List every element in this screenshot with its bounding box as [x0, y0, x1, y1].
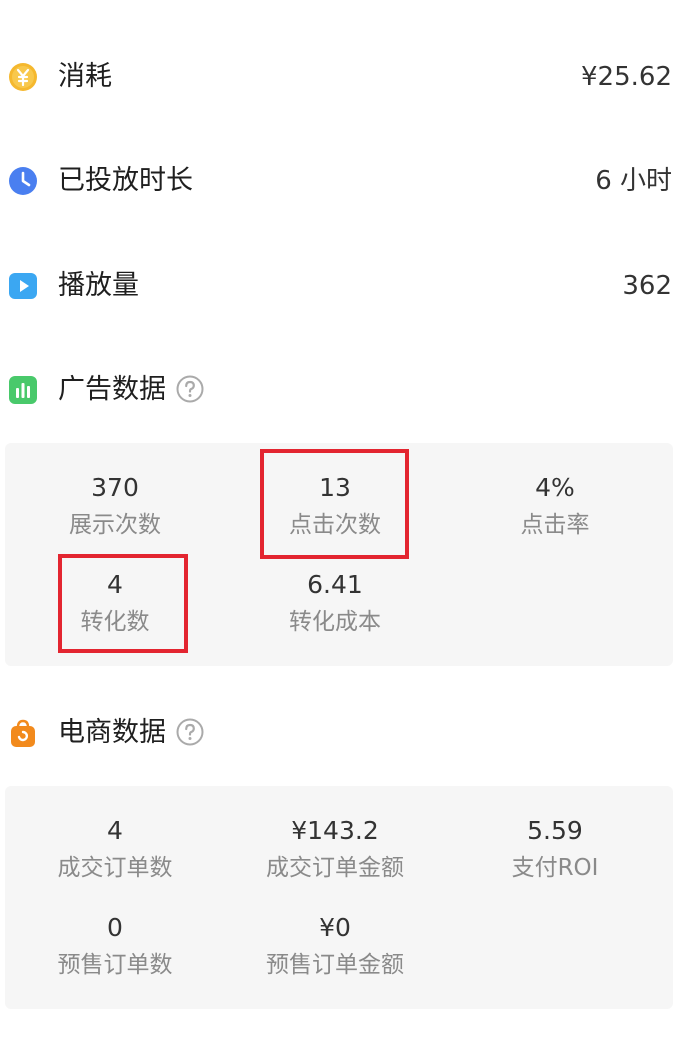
play-icon	[9, 273, 37, 299]
ad-section-header: 广告数据	[0, 360, 694, 420]
metric-label: 支付ROI	[511, 855, 599, 881]
highlight-box-clicks	[260, 449, 409, 559]
metric-label: 预售订单金额	[266, 952, 404, 978]
ad-section-title-text: 广告数据	[58, 374, 166, 405]
metric-impressions: 370 展示次数	[5, 471, 225, 561]
metric-label: 预售订单数	[57, 952, 173, 978]
spend-label: 消耗	[58, 61, 112, 92]
question-mark-icon[interactable]	[176, 375, 204, 403]
metric-roi: 5.59 支付ROI	[445, 814, 665, 904]
metric-orders: 4 成交订单数	[5, 814, 225, 904]
clock-icon	[9, 167, 37, 195]
metric-value: ¥0	[319, 913, 351, 942]
plays-value: 362	[622, 271, 672, 301]
metric-conversion-cost: 6.41 转化成本	[225, 568, 445, 658]
ecom-section-title: 电商数据	[58, 713, 204, 753]
plays-row: 播放量 362	[0, 256, 694, 316]
ecom-section-header: 电商数据	[0, 703, 694, 763]
metric-value: 6.41	[307, 570, 363, 599]
metric-label: 成交订单金额	[266, 855, 404, 881]
metric-value: 0	[107, 913, 123, 942]
duration-row: 已投放时长 6 小时	[0, 151, 694, 211]
spend-row: 消耗 ¥25.62	[0, 47, 694, 107]
metric-value: 4%	[535, 473, 575, 502]
highlight-box-conversions	[58, 554, 188, 653]
ecom-metrics-panel: 4 成交订单数 ¥143.2 成交订单金额 5.59 支付ROI 0 预售订单数…	[5, 786, 673, 1009]
metric-value: 4	[107, 816, 123, 845]
metric-label: 展示次数	[69, 512, 161, 538]
duration-label: 已投放时长	[58, 165, 193, 196]
metric-label: 点击率	[520, 512, 590, 538]
spend-value: ¥25.62	[581, 62, 672, 92]
shopping-bag-icon	[11, 719, 35, 747]
duration-value: 6 小时	[595, 166, 672, 196]
metric-order-amount: ¥143.2 成交订单金额	[225, 814, 445, 904]
metric-value: 5.59	[527, 816, 583, 845]
metric-value: 370	[91, 473, 139, 502]
metric-presale-orders: 0 预售订单数	[5, 911, 225, 1001]
yuan-coin-icon	[9, 63, 37, 91]
metric-label: 成交订单数	[57, 855, 173, 881]
bar-chart-icon	[9, 376, 37, 404]
ad-section-title: 广告数据	[58, 370, 204, 410]
ecom-section-title-text: 电商数据	[58, 717, 166, 748]
plays-label: 播放量	[58, 270, 139, 301]
metric-ctr: 4% 点击率	[445, 471, 665, 561]
metric-presale-amount: ¥0 预售订单金额	[225, 911, 445, 1001]
metric-label: 转化成本	[289, 609, 381, 635]
metric-value: ¥143.2	[291, 816, 379, 845]
question-mark-icon[interactable]	[176, 718, 204, 746]
